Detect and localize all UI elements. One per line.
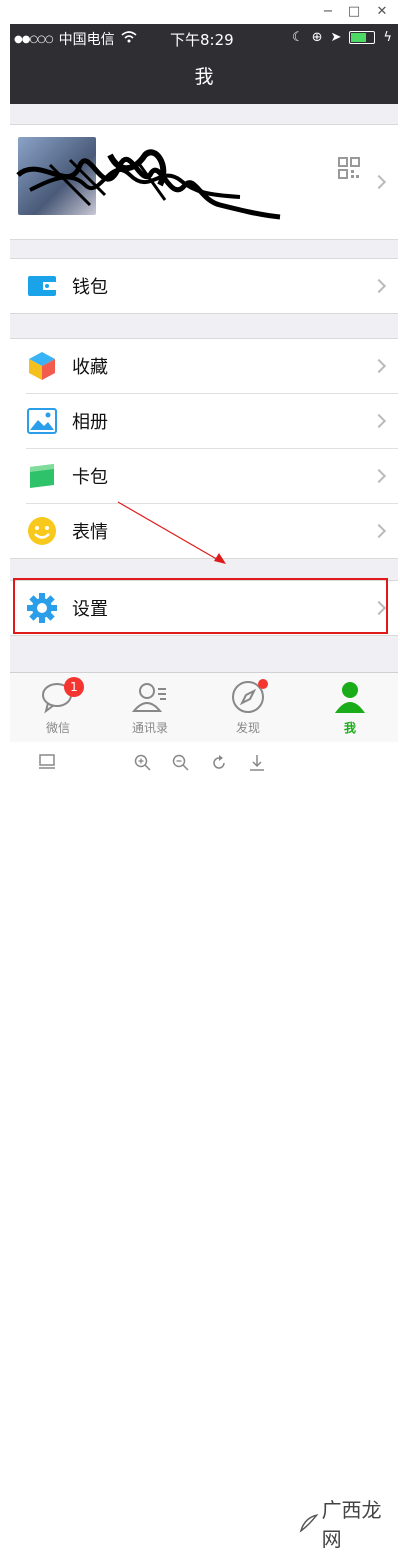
tab-label-me: 我	[343, 721, 356, 735]
tab-discover[interactable]: 发现	[208, 679, 288, 736]
tab-label-chats: 微信	[45, 721, 70, 735]
watermark-mark-icon	[299, 1514, 319, 1533]
annotation-highlight-box	[13, 578, 388, 634]
zoom-out-icon[interactable]	[172, 754, 190, 776]
compass-icon	[230, 679, 268, 715]
tab-label-contacts: 通讯录	[131, 721, 168, 735]
chat-bubble-icon: 1	[40, 677, 84, 715]
device-icon[interactable]	[38, 754, 56, 774]
tab-me[interactable]: 我	[310, 679, 390, 736]
watermark-text: 广西龙网	[321, 1498, 382, 1551]
unread-badge: 1	[64, 677, 84, 697]
tab-bar: 1 微信 通讯录 发现 我	[10, 672, 398, 743]
rotate-icon[interactable]	[210, 754, 228, 776]
tab-label-discover: 发现	[235, 721, 260, 735]
tab-chats[interactable]: 1 微信	[18, 677, 98, 736]
notification-dot	[258, 679, 268, 689]
zoom-in-icon[interactable]	[134, 754, 152, 776]
contacts-icon	[131, 679, 168, 715]
download-icon[interactable]	[248, 754, 266, 776]
tab-contacts[interactable]: 通讯录	[110, 679, 190, 736]
viewer-toolbar: 广西龙网	[0, 742, 400, 1551]
watermark-logo: 广西龙网	[298, 1494, 400, 1552]
person-icon	[332, 679, 368, 715]
